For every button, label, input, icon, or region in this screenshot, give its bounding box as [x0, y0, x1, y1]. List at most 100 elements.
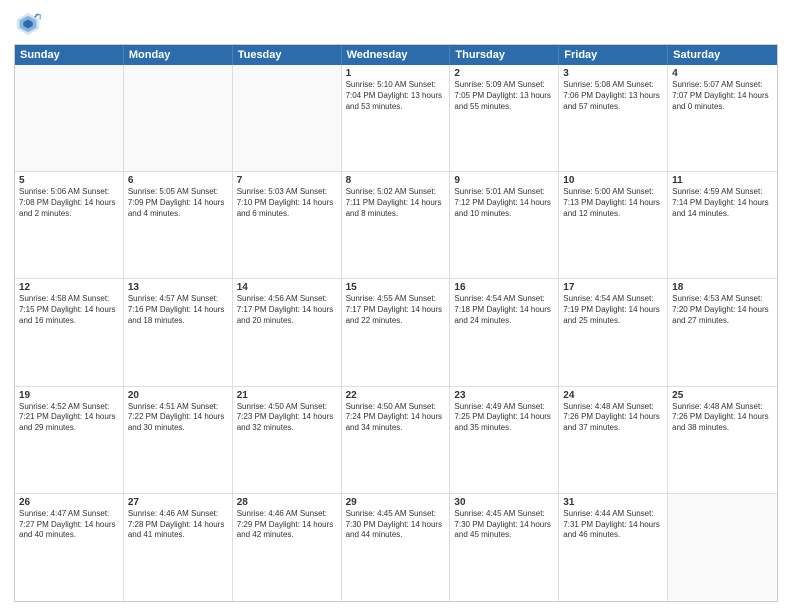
calendar-cell: 23Sunrise: 4:49 AM Sunset: 7:25 PM Dayli…: [450, 387, 559, 493]
cell-info: Sunrise: 5:02 AM Sunset: 7:11 PM Dayligh…: [346, 187, 446, 219]
day-number: 1: [346, 68, 446, 79]
cell-info: Sunrise: 4:47 AM Sunset: 7:27 PM Dayligh…: [19, 509, 119, 541]
calendar-cell: 11Sunrise: 4:59 AM Sunset: 7:14 PM Dayli…: [668, 172, 777, 278]
day-number: 30: [454, 497, 554, 508]
calendar: SundayMondayTuesdayWednesdayThursdayFrid…: [14, 44, 778, 602]
calendar-cell: 8Sunrise: 5:02 AM Sunset: 7:11 PM Daylig…: [342, 172, 451, 278]
day-number: 2: [454, 68, 554, 79]
day-number: 23: [454, 390, 554, 401]
cell-info: Sunrise: 5:06 AM Sunset: 7:08 PM Dayligh…: [19, 187, 119, 219]
cell-info: Sunrise: 4:48 AM Sunset: 7:26 PM Dayligh…: [672, 402, 773, 434]
cell-info: Sunrise: 5:10 AM Sunset: 7:04 PM Dayligh…: [346, 80, 446, 112]
day-number: 9: [454, 175, 554, 186]
header-day-saturday: Saturday: [668, 45, 777, 65]
day-number: 14: [237, 282, 337, 293]
day-number: 29: [346, 497, 446, 508]
calendar-cell: 20Sunrise: 4:51 AM Sunset: 7:22 PM Dayli…: [124, 387, 233, 493]
cell-info: Sunrise: 4:45 AM Sunset: 7:30 PM Dayligh…: [454, 509, 554, 541]
cell-info: Sunrise: 4:46 AM Sunset: 7:28 PM Dayligh…: [128, 509, 228, 541]
header-day-friday: Friday: [559, 45, 668, 65]
cell-info: Sunrise: 5:01 AM Sunset: 7:12 PM Dayligh…: [454, 187, 554, 219]
day-number: 20: [128, 390, 228, 401]
day-number: 11: [672, 175, 773, 186]
cell-info: Sunrise: 4:55 AM Sunset: 7:17 PM Dayligh…: [346, 294, 446, 326]
day-number: 10: [563, 175, 663, 186]
cell-info: Sunrise: 4:51 AM Sunset: 7:22 PM Dayligh…: [128, 402, 228, 434]
calendar-row-1: 1Sunrise: 5:10 AM Sunset: 7:04 PM Daylig…: [15, 65, 777, 172]
cell-info: Sunrise: 4:57 AM Sunset: 7:16 PM Dayligh…: [128, 294, 228, 326]
calendar-cell: 17Sunrise: 4:54 AM Sunset: 7:19 PM Dayli…: [559, 279, 668, 385]
cell-info: Sunrise: 5:00 AM Sunset: 7:13 PM Dayligh…: [563, 187, 663, 219]
calendar-cell: 7Sunrise: 5:03 AM Sunset: 7:10 PM Daylig…: [233, 172, 342, 278]
day-number: 25: [672, 390, 773, 401]
calendar-cell: 31Sunrise: 4:44 AM Sunset: 7:31 PM Dayli…: [559, 494, 668, 601]
day-number: 24: [563, 390, 663, 401]
day-number: 31: [563, 497, 663, 508]
header-day-thursday: Thursday: [450, 45, 559, 65]
cell-info: Sunrise: 4:52 AM Sunset: 7:21 PM Dayligh…: [19, 402, 119, 434]
calendar-cell: 1Sunrise: 5:10 AM Sunset: 7:04 PM Daylig…: [342, 65, 451, 171]
cell-info: Sunrise: 4:56 AM Sunset: 7:17 PM Dayligh…: [237, 294, 337, 326]
calendar-cell: 24Sunrise: 4:48 AM Sunset: 7:26 PM Dayli…: [559, 387, 668, 493]
day-number: 7: [237, 175, 337, 186]
day-number: 4: [672, 68, 773, 79]
cell-info: Sunrise: 4:48 AM Sunset: 7:26 PM Dayligh…: [563, 402, 663, 434]
cell-info: Sunrise: 4:46 AM Sunset: 7:29 PM Dayligh…: [237, 509, 337, 541]
calendar-cell: 29Sunrise: 4:45 AM Sunset: 7:30 PM Dayli…: [342, 494, 451, 601]
calendar-cell: 14Sunrise: 4:56 AM Sunset: 7:17 PM Dayli…: [233, 279, 342, 385]
day-number: 6: [128, 175, 228, 186]
calendar-header: SundayMondayTuesdayWednesdayThursdayFrid…: [15, 45, 777, 65]
calendar-body: 1Sunrise: 5:10 AM Sunset: 7:04 PM Daylig…: [15, 65, 777, 601]
day-number: 17: [563, 282, 663, 293]
day-number: 27: [128, 497, 228, 508]
calendar-cell: 21Sunrise: 4:50 AM Sunset: 7:23 PM Dayli…: [233, 387, 342, 493]
cell-info: Sunrise: 4:50 AM Sunset: 7:24 PM Dayligh…: [346, 402, 446, 434]
calendar-row-3: 12Sunrise: 4:58 AM Sunset: 7:15 PM Dayli…: [15, 279, 777, 386]
calendar-cell: 22Sunrise: 4:50 AM Sunset: 7:24 PM Dayli…: [342, 387, 451, 493]
calendar-cell: 25Sunrise: 4:48 AM Sunset: 7:26 PM Dayli…: [668, 387, 777, 493]
calendar-row-4: 19Sunrise: 4:52 AM Sunset: 7:21 PM Dayli…: [15, 387, 777, 494]
calendar-cell: 26Sunrise: 4:47 AM Sunset: 7:27 PM Dayli…: [15, 494, 124, 601]
calendar-row-5: 26Sunrise: 4:47 AM Sunset: 7:27 PM Dayli…: [15, 494, 777, 601]
day-number: 5: [19, 175, 119, 186]
day-number: 21: [237, 390, 337, 401]
day-number: 28: [237, 497, 337, 508]
day-number: 15: [346, 282, 446, 293]
day-number: 13: [128, 282, 228, 293]
calendar-cell: 19Sunrise: 4:52 AM Sunset: 7:21 PM Dayli…: [15, 387, 124, 493]
calendar-cell: 3Sunrise: 5:08 AM Sunset: 7:06 PM Daylig…: [559, 65, 668, 171]
day-number: 16: [454, 282, 554, 293]
cell-info: Sunrise: 5:09 AM Sunset: 7:05 PM Dayligh…: [454, 80, 554, 112]
calendar-cell: 12Sunrise: 4:58 AM Sunset: 7:15 PM Dayli…: [15, 279, 124, 385]
calendar-cell: 4Sunrise: 5:07 AM Sunset: 7:07 PM Daylig…: [668, 65, 777, 171]
header: [14, 10, 778, 38]
cell-info: Sunrise: 4:58 AM Sunset: 7:15 PM Dayligh…: [19, 294, 119, 326]
calendar-cell: 13Sunrise: 4:57 AM Sunset: 7:16 PM Dayli…: [124, 279, 233, 385]
calendar-cell: 16Sunrise: 4:54 AM Sunset: 7:18 PM Dayli…: [450, 279, 559, 385]
calendar-cell: 15Sunrise: 4:55 AM Sunset: 7:17 PM Dayli…: [342, 279, 451, 385]
day-number: 3: [563, 68, 663, 79]
header-day-wednesday: Wednesday: [342, 45, 451, 65]
calendar-cell: 28Sunrise: 4:46 AM Sunset: 7:29 PM Dayli…: [233, 494, 342, 601]
day-number: 8: [346, 175, 446, 186]
cell-info: Sunrise: 4:54 AM Sunset: 7:19 PM Dayligh…: [563, 294, 663, 326]
calendar-cell: 2Sunrise: 5:09 AM Sunset: 7:05 PM Daylig…: [450, 65, 559, 171]
calendar-cell: [233, 65, 342, 171]
day-number: 22: [346, 390, 446, 401]
calendar-cell: 10Sunrise: 5:00 AM Sunset: 7:13 PM Dayli…: [559, 172, 668, 278]
cell-info: Sunrise: 4:59 AM Sunset: 7:14 PM Dayligh…: [672, 187, 773, 219]
calendar-cell: 30Sunrise: 4:45 AM Sunset: 7:30 PM Dayli…: [450, 494, 559, 601]
header-day-monday: Monday: [124, 45, 233, 65]
day-number: 19: [19, 390, 119, 401]
cell-info: Sunrise: 5:08 AM Sunset: 7:06 PM Dayligh…: [563, 80, 663, 112]
header-day-tuesday: Tuesday: [233, 45, 342, 65]
day-number: 26: [19, 497, 119, 508]
calendar-cell: 27Sunrise: 4:46 AM Sunset: 7:28 PM Dayli…: [124, 494, 233, 601]
calendar-cell: 18Sunrise: 4:53 AM Sunset: 7:20 PM Dayli…: [668, 279, 777, 385]
cell-info: Sunrise: 5:07 AM Sunset: 7:07 PM Dayligh…: [672, 80, 773, 112]
day-number: 18: [672, 282, 773, 293]
cell-info: Sunrise: 5:05 AM Sunset: 7:09 PM Dayligh…: [128, 187, 228, 219]
cell-info: Sunrise: 4:50 AM Sunset: 7:23 PM Dayligh…: [237, 402, 337, 434]
cell-info: Sunrise: 4:44 AM Sunset: 7:31 PM Dayligh…: [563, 509, 663, 541]
cell-info: Sunrise: 4:53 AM Sunset: 7:20 PM Dayligh…: [672, 294, 773, 326]
